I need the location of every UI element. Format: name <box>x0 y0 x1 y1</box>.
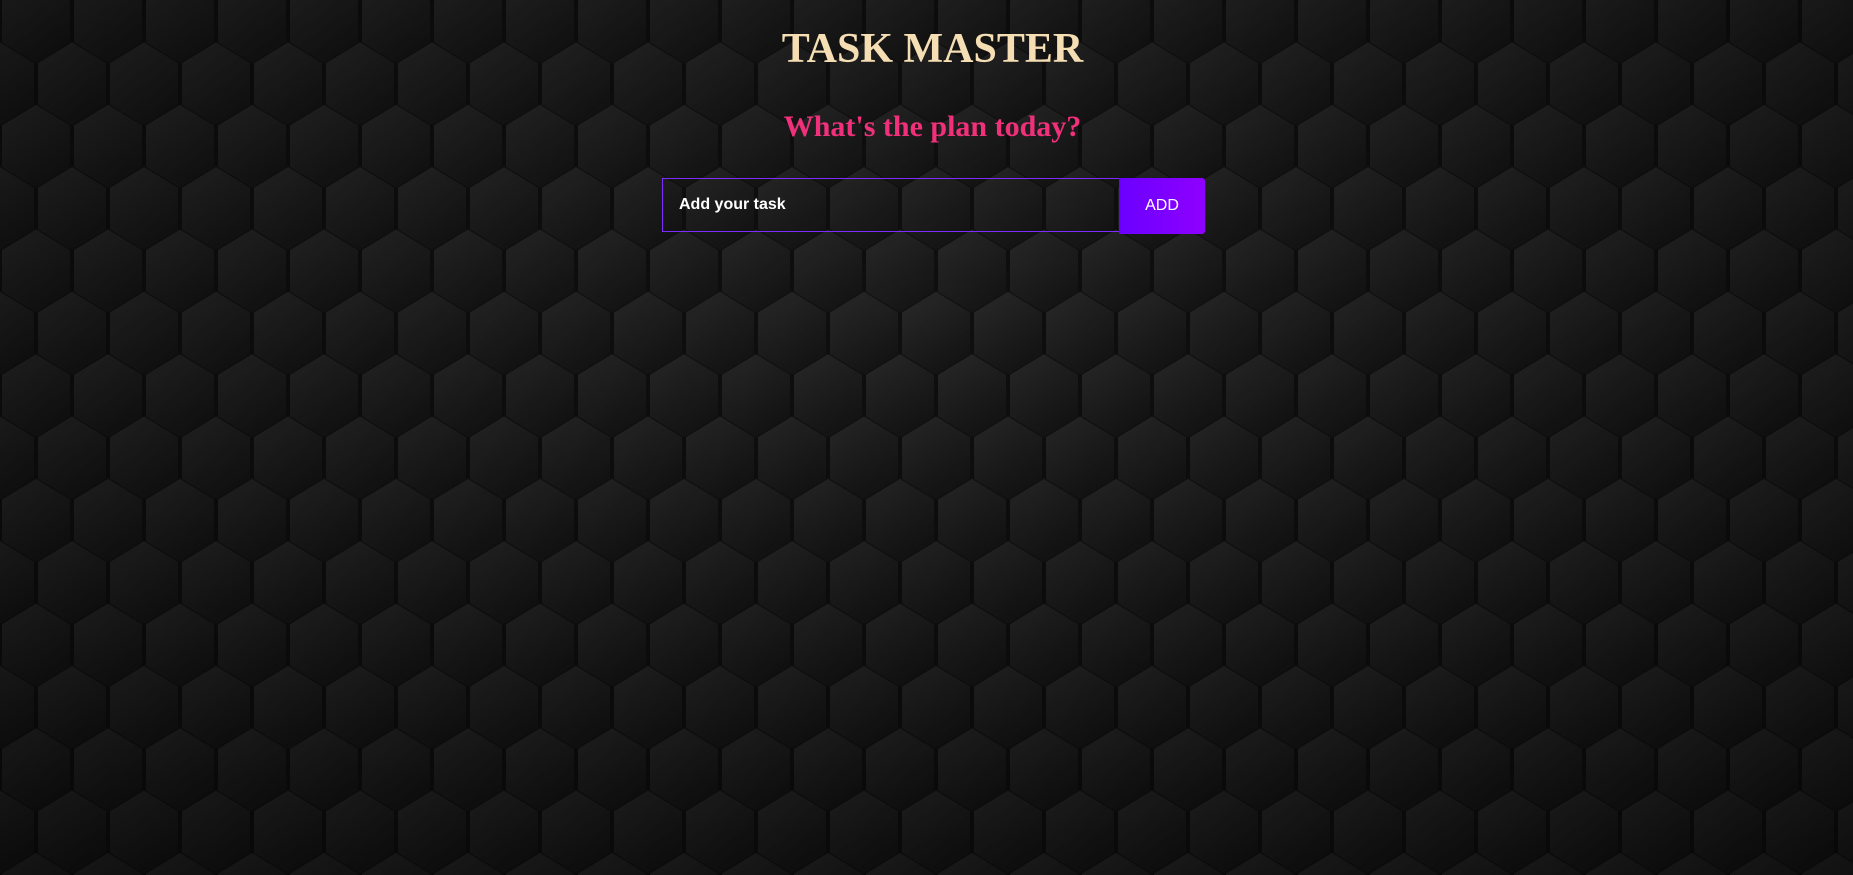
add-button[interactable]: ADD <box>1119 178 1205 234</box>
add-task-form: ADD <box>662 178 1205 234</box>
app-title: TASK MASTER <box>781 26 1084 72</box>
todo-app: TASK MASTER What's the plan today? ADD <box>0 0 1853 875</box>
task-input[interactable] <box>662 178 1120 232</box>
plan-heading: What's the plan today? <box>783 110 1082 143</box>
